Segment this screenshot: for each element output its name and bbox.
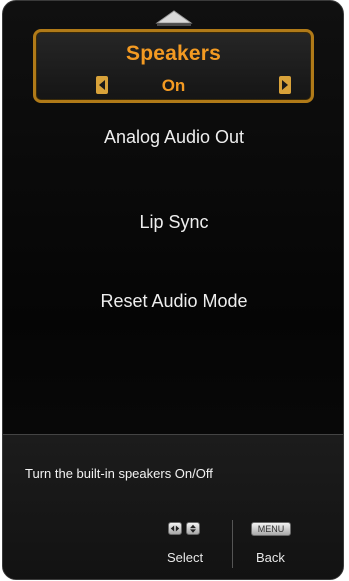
back-label: Back (256, 550, 285, 565)
speakers-label: Speakers (125, 42, 221, 65)
up-down-arrow-key-icon (186, 522, 200, 535)
speakers-value: On (161, 76, 186, 95)
back-hint[interactable]: MENU Back (248, 522, 294, 572)
footer-help-area: Turn the built-in speakers On/Off Select… (3, 434, 343, 579)
left-right-arrow-key-icon (168, 522, 182, 535)
menu-key-icon: MENU (251, 522, 291, 536)
scroll-up-icon[interactable] (149, 5, 199, 29)
help-text: Turn the built-in speakers On/Off (25, 466, 213, 481)
select-hint[interactable]: Select (165, 522, 205, 572)
right-arrow-icon[interactable] (279, 76, 291, 94)
menu-item-analog-audio-out[interactable]: Analog Audio Out (3, 127, 343, 148)
footer-divider (232, 520, 233, 568)
menu-item-speakers[interactable]: Speakers On (33, 29, 314, 103)
audio-menu-panel: Speakers On Analog Audio Out Lip Sync Re… (2, 0, 344, 580)
menu-item-lip-sync[interactable]: Lip Sync (3, 212, 343, 233)
menu-item-reset-audio-mode[interactable]: Reset Audio Mode (3, 291, 343, 312)
select-label: Select (167, 550, 204, 565)
